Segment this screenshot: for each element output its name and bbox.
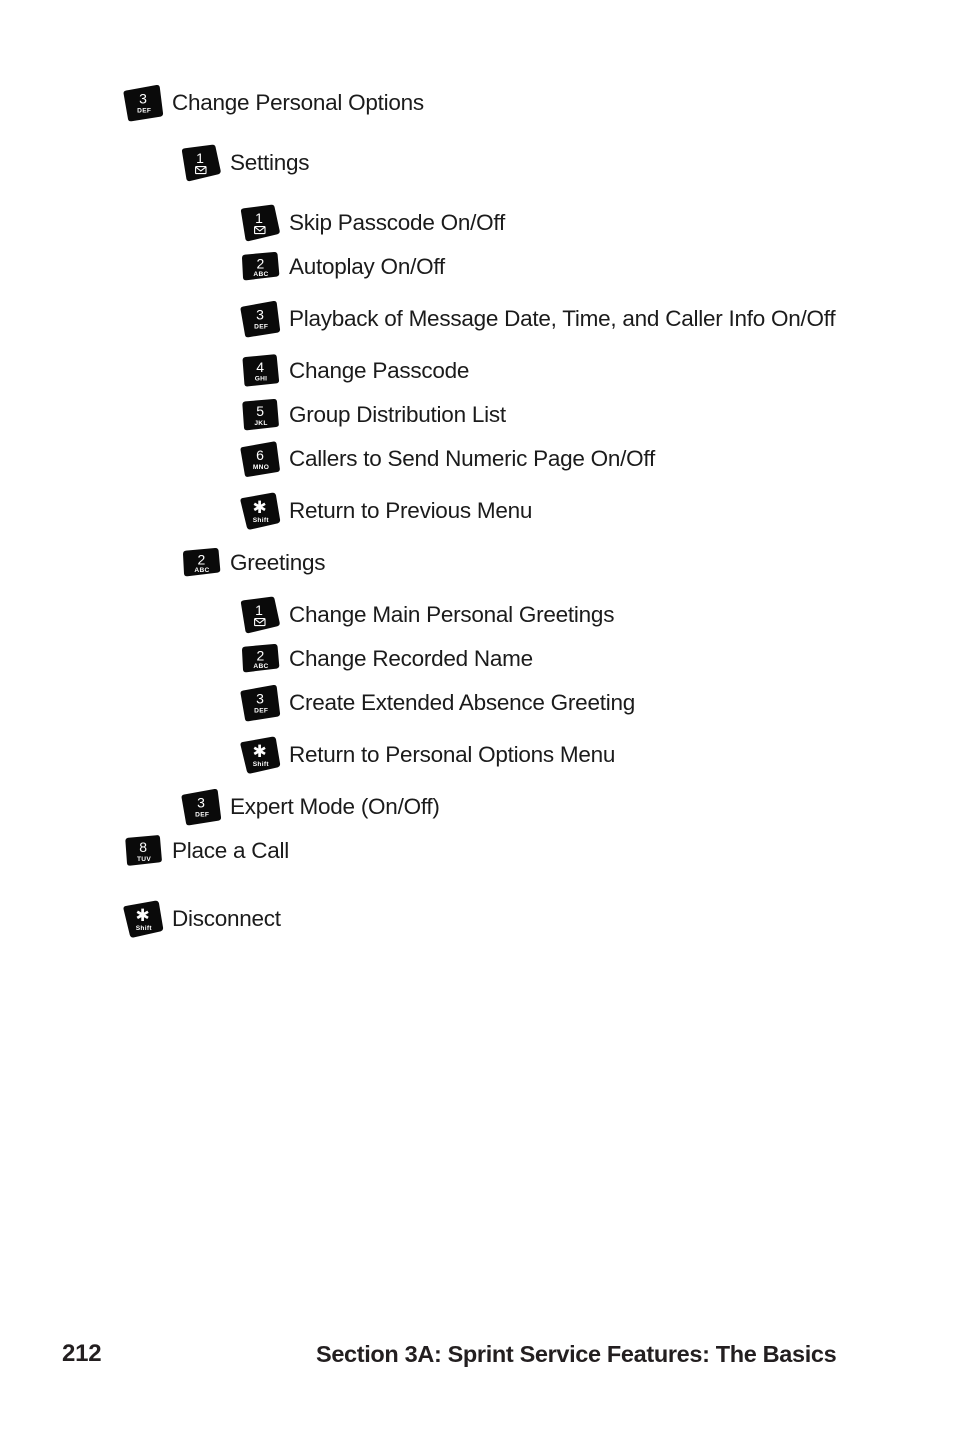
voicemail-menu-tree: 3 DEF Change Personal Options 1 Settings xyxy=(0,84,954,938)
svg-text:3: 3 xyxy=(139,91,147,107)
svg-text:Shift: Shift xyxy=(253,761,270,768)
menu-item-settings[interactable]: 1 Settings xyxy=(0,144,954,182)
menu-item-label: Return to Personal Options Menu xyxy=(289,741,616,767)
menu-item-return-personal-options-menu[interactable]: ✱ Shift Return to Personal Options Menu xyxy=(0,736,954,774)
svg-text:3: 3 xyxy=(256,307,264,323)
menu-item-label: Expert Mode (On/Off) xyxy=(230,793,440,819)
svg-text:6: 6 xyxy=(256,447,264,463)
keypad-key-4-icon: 4 GHI xyxy=(240,352,281,390)
menu-item-label: Change Main Personal Greetings xyxy=(289,601,615,627)
menu-item-label: Change Personal Options xyxy=(172,89,424,115)
svg-text:5: 5 xyxy=(256,403,264,419)
footer-page-number: 212 xyxy=(62,1340,102,1367)
menu-item-label: Change Recorded Name xyxy=(289,645,533,671)
keypad-key-3-icon: 3 DEF xyxy=(240,684,281,722)
svg-text:DEF: DEF xyxy=(254,324,268,331)
svg-text:MNO: MNO xyxy=(253,464,269,471)
svg-text:TUV: TUV xyxy=(137,856,151,863)
menu-item-autoplay[interactable]: 2 ABC Autoplay On/Off xyxy=(0,248,954,286)
document-page: 3 DEF Change Personal Options 1 Settings xyxy=(0,0,954,1431)
menu-item-label: Autoplay On/Off xyxy=(289,253,445,279)
menu-item-callers-numeric-page[interactable]: 6 MNO Callers to Send Numeric Page On/Of… xyxy=(0,440,954,478)
svg-text:✱: ✱ xyxy=(252,742,266,762)
menu-item-label: Change Passcode xyxy=(289,357,470,383)
page-footer: 212 Section 3A: Sprint Service Features:… xyxy=(0,1340,954,1380)
footer-section-title: Section 3A: Sprint Service Features: The… xyxy=(316,1341,837,1367)
svg-text:✱: ✱ xyxy=(135,906,149,926)
keypad-key-1-icon: 1 xyxy=(240,204,281,242)
svg-text:ABC: ABC xyxy=(253,271,268,278)
keypad-key-star-icon: ✱ Shift xyxy=(240,492,281,530)
svg-text:Shift: Shift xyxy=(136,925,153,932)
menu-item-return-previous-menu[interactable]: ✱ Shift Return to Previous Menu xyxy=(0,492,954,530)
menu-item-label: Skip Passcode On/Off xyxy=(289,209,505,235)
menu-item-label: Settings xyxy=(230,149,310,175)
keypad-key-1-icon: 1 xyxy=(181,144,222,182)
menu-item-change-personal-options[interactable]: 3 DEF Change Personal Options xyxy=(0,84,954,122)
keypad-key-1-icon: 1 xyxy=(240,596,281,634)
menu-item-label: Create Extended Absence Greeting xyxy=(289,689,635,715)
keypad-key-2-icon: 2 ABC xyxy=(240,248,281,286)
svg-text:Shift: Shift xyxy=(253,517,270,524)
svg-text:DEF: DEF xyxy=(254,708,268,715)
keypad-key-5-icon: 5 JKL xyxy=(240,396,281,434)
svg-text:GHI: GHI xyxy=(255,376,268,383)
keypad-key-3-icon: 3 DEF xyxy=(240,300,281,338)
menu-item-label: Group Distribution List xyxy=(289,401,506,427)
menu-item-create-extended-absence-greeting[interactable]: 3 DEF Create Extended Absence Greeting xyxy=(0,684,954,722)
keypad-key-3-icon: 3 DEF xyxy=(123,84,164,122)
svg-text:DEF: DEF xyxy=(137,108,151,115)
svg-text:DEF: DEF xyxy=(195,812,209,819)
menu-item-group-distribution-list[interactable]: 5 JKL Group Distribution List xyxy=(0,396,954,434)
keypad-key-2-icon: 2 ABC xyxy=(181,544,222,582)
svg-text:ABC: ABC xyxy=(194,567,209,574)
svg-text:2: 2 xyxy=(257,255,265,271)
menu-item-expert-mode[interactable]: 3 DEF Expert Mode (On/Off) xyxy=(0,788,954,826)
svg-text:1: 1 xyxy=(255,210,263,226)
keypad-key-6-icon: 6 MNO xyxy=(240,440,281,478)
keypad-key-8-icon: 8 TUV xyxy=(123,832,164,870)
menu-item-playback-message-info[interactable]: 3 DEF Playback of Message Date, Time, an… xyxy=(0,300,954,338)
svg-text:3: 3 xyxy=(256,691,264,707)
menu-item-label: Disconnect xyxy=(172,905,281,931)
keypad-key-3-icon: 3 DEF xyxy=(181,788,222,826)
svg-text:4: 4 xyxy=(256,359,264,375)
menu-item-change-main-personal-greetings[interactable]: 1 Change Main Personal Greetings xyxy=(0,596,954,634)
menu-item-place-a-call[interactable]: 8 TUV Place a Call xyxy=(0,832,954,870)
menu-item-label: Callers to Send Numeric Page On/Off xyxy=(289,445,656,471)
menu-item-greetings[interactable]: 2 ABC Greetings xyxy=(0,544,954,582)
keypad-key-2-icon: 2 ABC xyxy=(240,640,281,678)
menu-item-change-passcode[interactable]: 4 GHI Change Passcode xyxy=(0,352,954,390)
svg-text:8: 8 xyxy=(139,839,147,855)
svg-text:2: 2 xyxy=(257,647,265,663)
svg-text:JKL: JKL xyxy=(254,420,267,427)
menu-item-change-recorded-name[interactable]: 2 ABC Change Recorded Name xyxy=(0,640,954,678)
menu-item-skip-passcode[interactable]: 1 Skip Passcode On/Off xyxy=(0,204,954,242)
svg-text:2: 2 xyxy=(198,551,206,567)
menu-item-disconnect[interactable]: ✱ Shift Disconnect xyxy=(0,900,954,938)
keypad-key-star-icon: ✱ Shift xyxy=(123,900,164,938)
svg-text:1: 1 xyxy=(255,602,263,618)
menu-item-label: Playback of Message Date, Time, and Call… xyxy=(289,305,836,331)
menu-item-label: Greetings xyxy=(230,549,326,575)
menu-item-label: Place a Call xyxy=(172,837,290,863)
menu-item-label: Return to Previous Menu xyxy=(289,497,533,523)
svg-text:3: 3 xyxy=(197,795,205,811)
keypad-key-star-icon: ✱ Shift xyxy=(240,736,281,774)
svg-text:✱: ✱ xyxy=(252,498,266,518)
svg-text:1: 1 xyxy=(196,150,204,166)
svg-text:ABC: ABC xyxy=(253,663,268,670)
